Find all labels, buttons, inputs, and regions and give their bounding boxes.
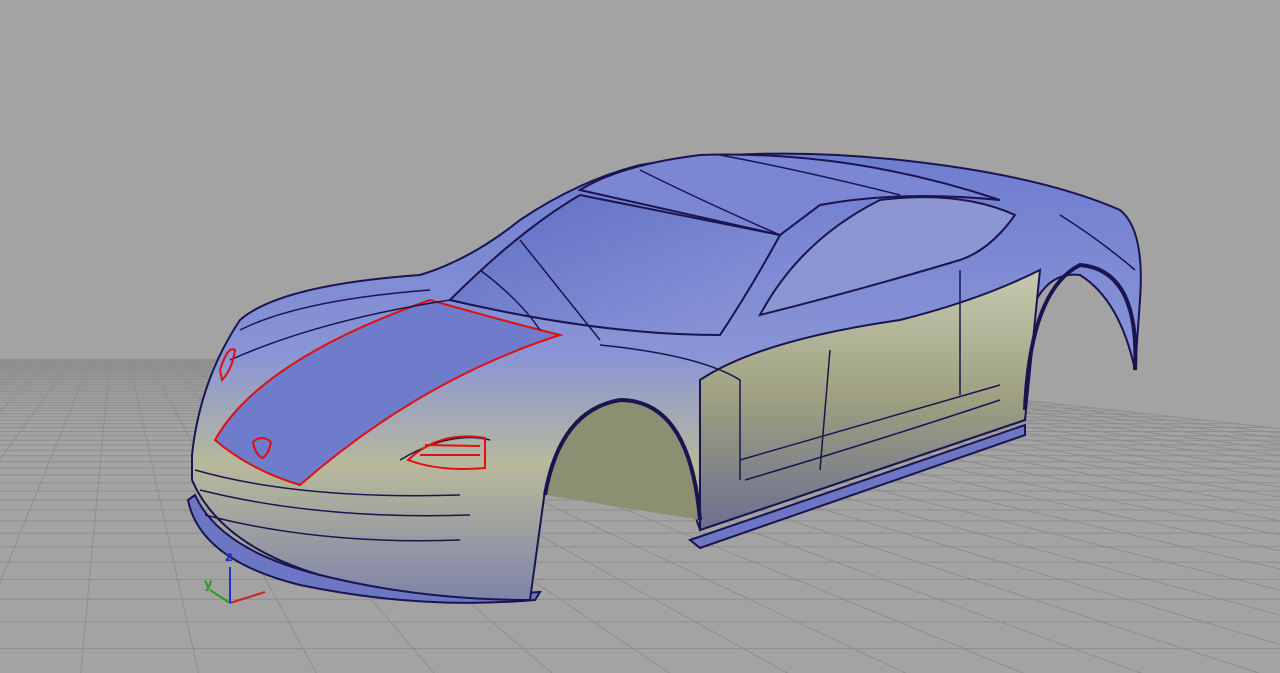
grid-line <box>80 359 111 673</box>
car-model[interactable] <box>186 152 1142 604</box>
grid-line <box>128 359 199 673</box>
3d-viewport[interactable]: y z <box>0 0 1280 673</box>
y-axis-line <box>209 589 231 604</box>
grid-line <box>0 358 17 370</box>
y-axis-label: y <box>204 577 213 592</box>
z-axis-label: z <box>225 550 233 565</box>
x-axis-line <box>229 591 266 604</box>
grid-line <box>0 359 73 461</box>
grid-line <box>0 359 92 584</box>
